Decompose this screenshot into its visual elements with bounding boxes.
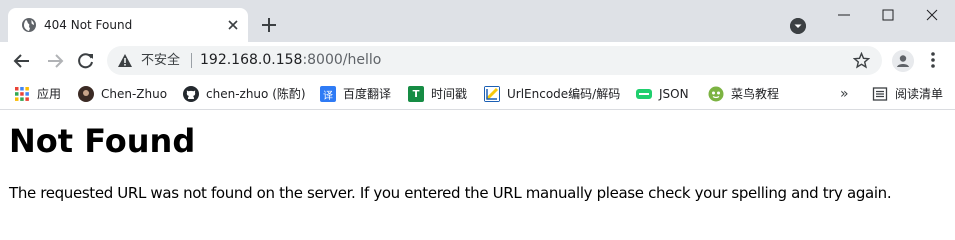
tab-search-icon[interactable] bbox=[790, 18, 806, 34]
reading-list-label: 阅读清单 bbox=[895, 87, 944, 101]
bookmark-label: UrlEncode编码/解码 bbox=[507, 87, 621, 101]
github-icon bbox=[183, 86, 199, 102]
avatar-icon bbox=[78, 86, 94, 102]
bookmark-timestamp[interactable]: T 时间戳 bbox=[408, 85, 467, 103]
bookmark-json[interactable]: JSON bbox=[636, 85, 689, 103]
urlencode-icon bbox=[484, 86, 500, 102]
bookmark-chen-zhuo[interactable]: Chen-Zhuo bbox=[78, 85, 167, 103]
runoob-icon bbox=[708, 86, 724, 102]
bookmark-runoob[interactable]: 菜鸟教程 bbox=[708, 85, 779, 103]
bookmark-label: 时间戳 bbox=[431, 87, 468, 101]
json-icon bbox=[636, 89, 652, 99]
globe-icon bbox=[22, 18, 36, 32]
bookmarks-overflow-chevron[interactable]: » bbox=[840, 85, 849, 103]
apps-grid-icon bbox=[15, 87, 29, 101]
forward-arrow-icon[interactable] bbox=[45, 51, 65, 71]
bookmark-github[interactable]: chen-zhuo (陈酌) bbox=[183, 85, 306, 103]
maximize-icon[interactable] bbox=[879, 6, 897, 24]
reading-list-button[interactable]: 阅读清单 bbox=[872, 85, 943, 103]
bookmarks-bar: 应用 Chen-Zhuo chen-zhuo (陈酌) 译 百度翻译 T 时间戳… bbox=[0, 78, 955, 110]
omnibox-divider bbox=[191, 53, 192, 68]
reading-list-icon bbox=[872, 87, 888, 101]
toolbar: 不安全 192.168.0.158:8000/hello bbox=[0, 42, 955, 78]
bookmark-label: 菜鸟教程 bbox=[731, 87, 780, 101]
bookmark-baidu-translate[interactable]: 译 百度翻译 bbox=[320, 85, 391, 103]
url-host: 192.168.0.158 bbox=[200, 52, 303, 68]
tab-title: 404 Not Found bbox=[44, 18, 133, 32]
tab-strip: 404 Not Found bbox=[0, 0, 955, 42]
page-content: Not Found The requested URL was not foun… bbox=[0, 111, 955, 218]
url-path: :8000/hello bbox=[302, 52, 382, 68]
page-heading: Not Found bbox=[9, 122, 196, 160]
profile-avatar-icon[interactable] bbox=[892, 50, 914, 72]
bookmark-label: 百度翻译 bbox=[343, 87, 392, 101]
bookmark-urlencode[interactable]: UrlEncode编码/解码 bbox=[484, 85, 620, 103]
error-message: The requested URL was not found on the s… bbox=[9, 184, 892, 202]
bookmark-label: Chen-Zhuo bbox=[101, 87, 168, 101]
bookmark-apps[interactable]: 应用 bbox=[14, 85, 61, 103]
back-arrow-icon[interactable] bbox=[12, 51, 32, 71]
new-tab-icon[interactable] bbox=[260, 16, 278, 34]
timestamp-icon: T bbox=[408, 86, 424, 102]
translate-icon: 译 bbox=[320, 86, 336, 102]
browser-tab[interactable]: 404 Not Found bbox=[8, 8, 248, 42]
close-tab-icon[interactable] bbox=[226, 18, 240, 32]
close-window-icon[interactable] bbox=[923, 6, 941, 24]
reload-icon[interactable] bbox=[76, 51, 96, 71]
warning-triangle-icon[interactable] bbox=[117, 53, 133, 68]
bookmark-star-icon[interactable] bbox=[853, 52, 870, 69]
security-label[interactable]: 不安全 bbox=[141, 52, 180, 69]
more-menu-icon[interactable] bbox=[930, 51, 936, 69]
url-text[interactable]: 192.168.0.158:8000/hello bbox=[200, 51, 381, 69]
bookmark-label: chen-zhuo (陈酌) bbox=[206, 87, 306, 101]
bookmark-label: 应用 bbox=[37, 87, 62, 101]
address-bar[interactable]: 不安全 192.168.0.158:8000/hello bbox=[107, 46, 882, 75]
minimize-icon[interactable] bbox=[835, 6, 853, 24]
bookmark-label: JSON bbox=[659, 87, 689, 101]
